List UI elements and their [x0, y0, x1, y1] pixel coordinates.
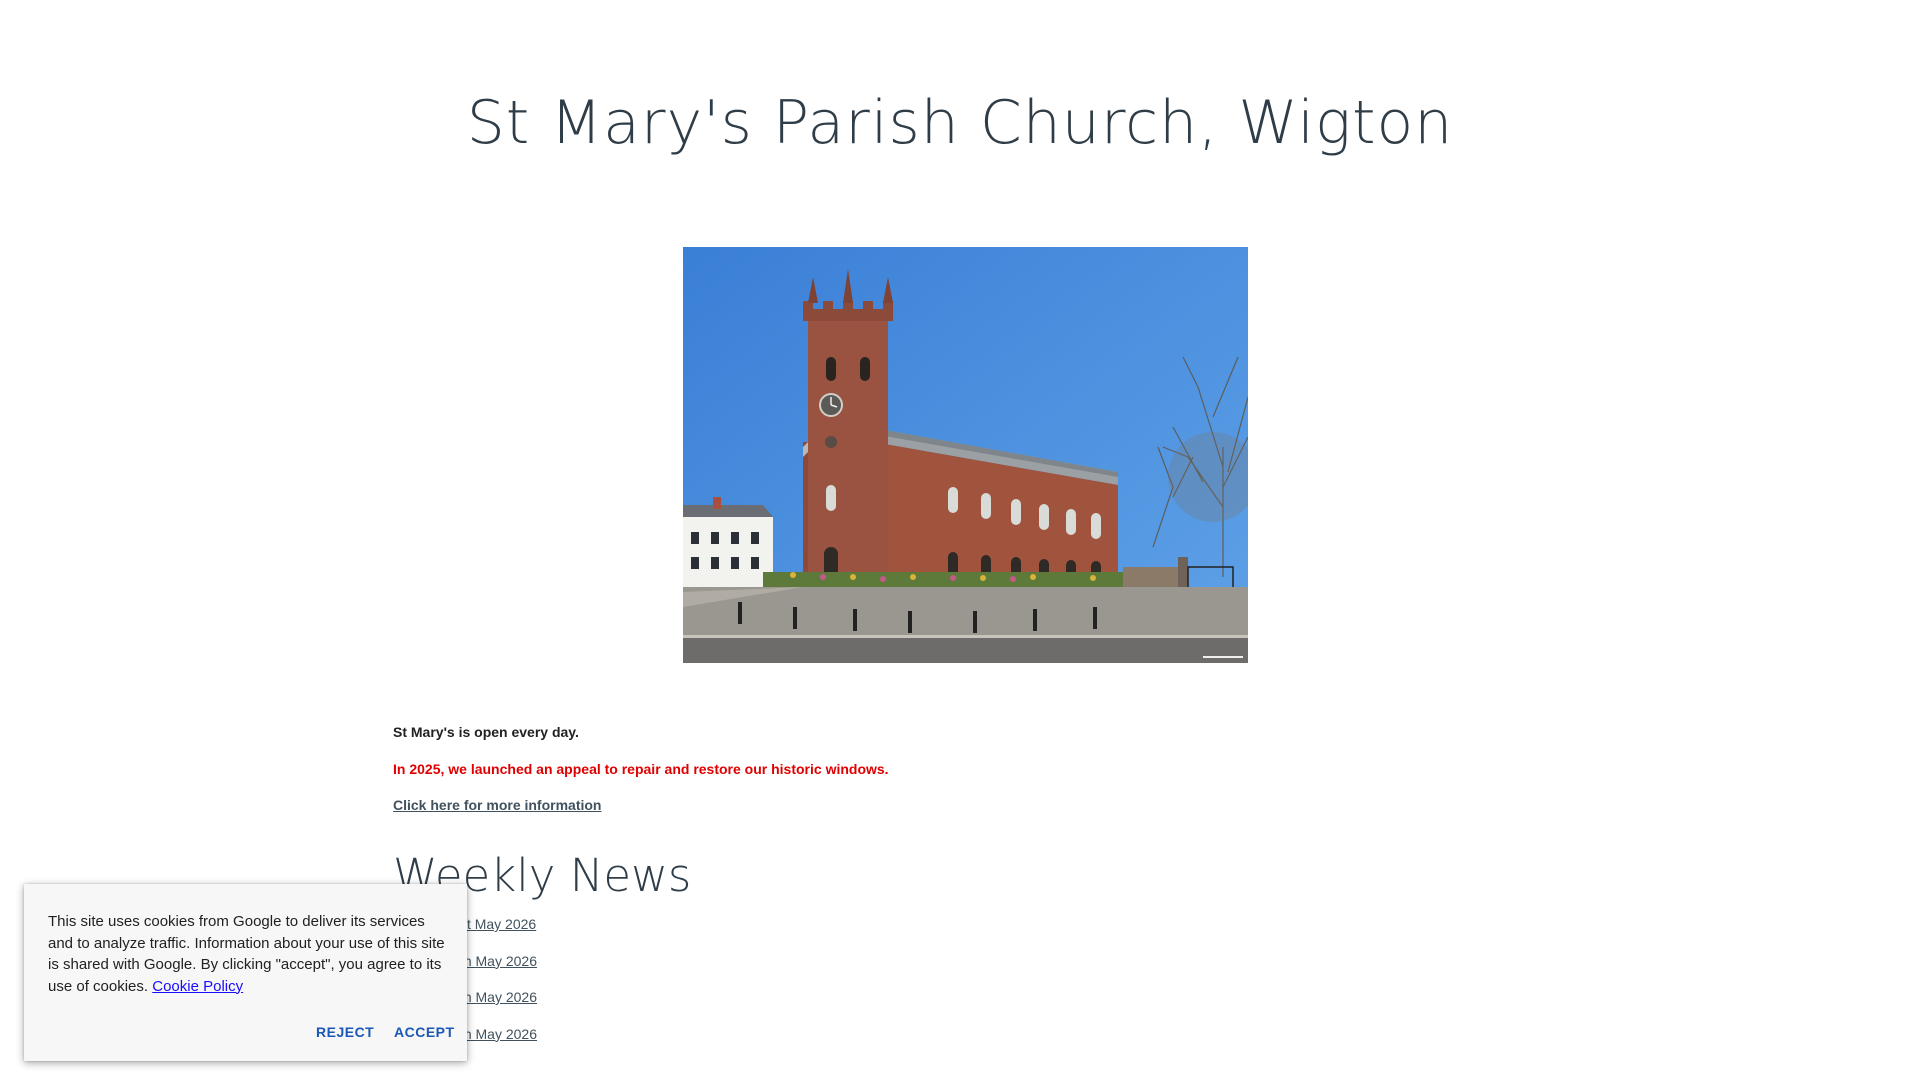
site-title: St Mary's Parish Church, Wigton [466, 88, 1454, 158]
church-photo [683, 247, 1248, 663]
cookie-text: This site uses cookies from Google to de… [48, 913, 445, 995]
cookie-banner: This site uses cookies from Google to de… [24, 884, 467, 1061]
appeal-notice: In 2025, we launched an appeal to repair… [393, 761, 889, 777]
reject-button[interactable]: REJECT [316, 1024, 374, 1040]
accept-button[interactable]: ACCEPT [394, 1024, 455, 1040]
more-info-link[interactable]: Click here for more information [393, 797, 601, 813]
cookie-message: This site uses cookies from Google to de… [48, 911, 448, 997]
page: St Mary's Parish Church, Wigton St Mary'… [0, 0, 1920, 1080]
cookie-policy-link[interactable]: Cookie Policy [152, 978, 243, 995]
open-notice: St Mary's is open every day. [393, 724, 579, 740]
